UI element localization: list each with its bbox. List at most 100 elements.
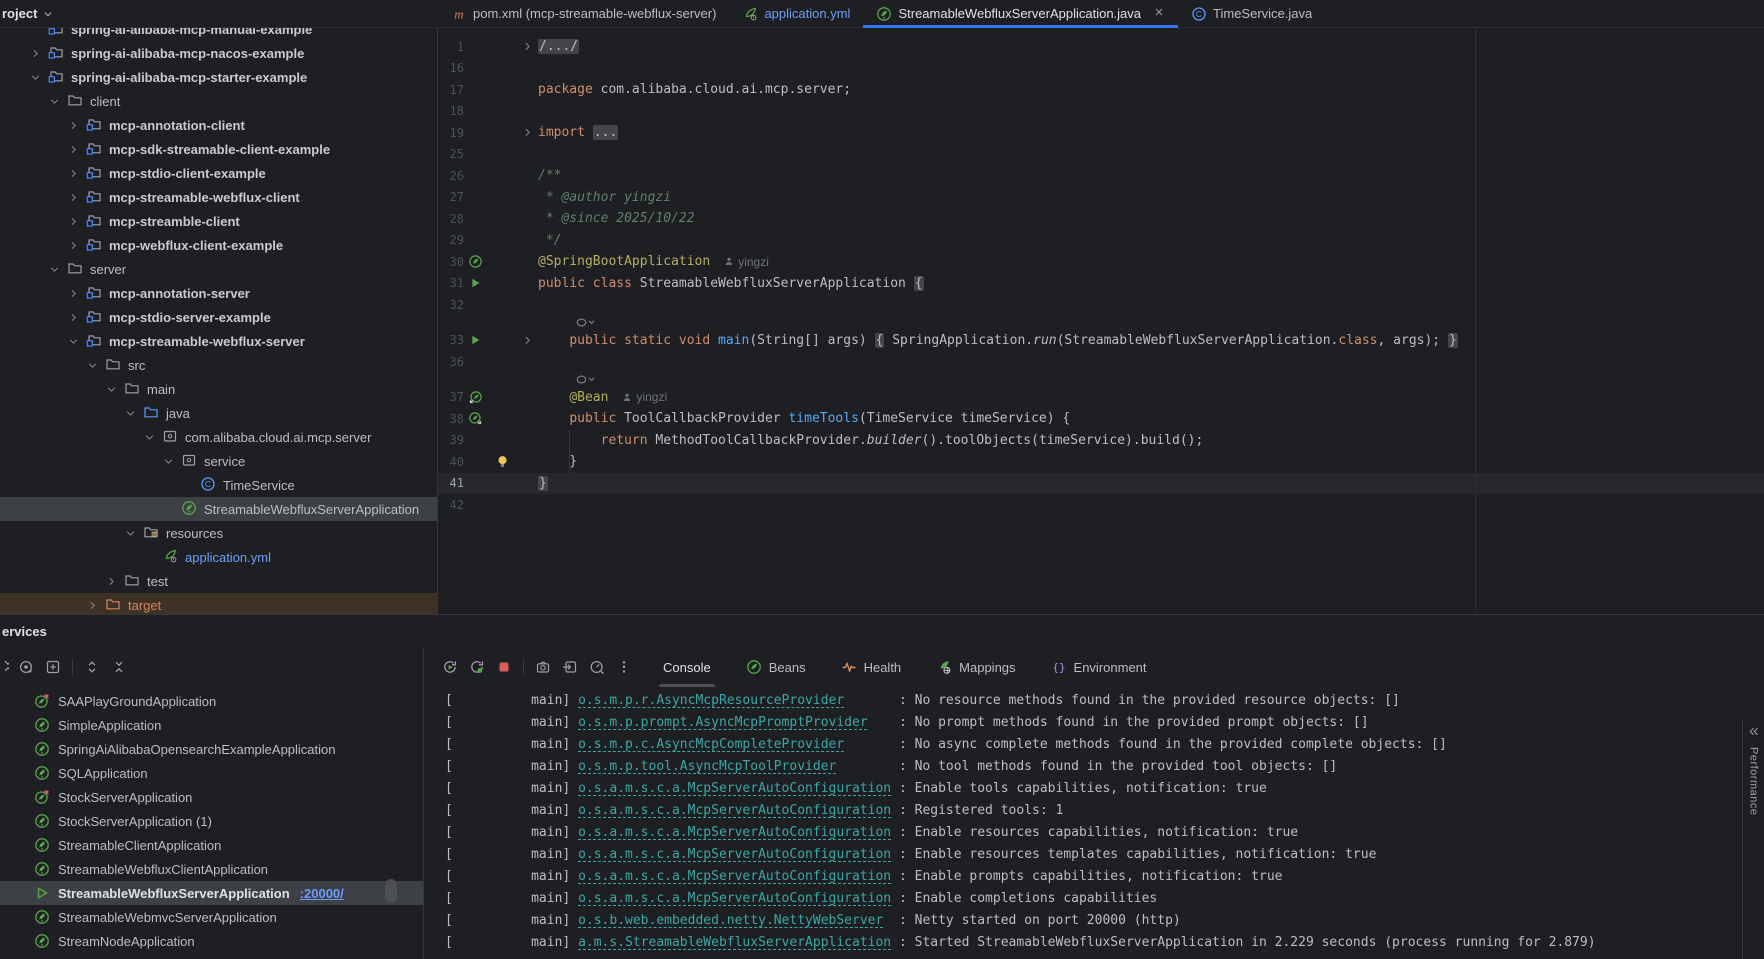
tree-row[interactable]: spring-ai-alibaba-mcp-starter-example	[0, 65, 437, 89]
editor-tab-3[interactable]: CTimeService.java	[1178, 0, 1325, 27]
console-logger[interactable]: o.s.a.m.s.c.a.McpServerAutoConfiguration	[578, 847, 891, 862]
chevron-right-icon[interactable]	[67, 167, 80, 180]
gutter-slot[interactable]	[464, 390, 486, 405]
gutter-slot[interactable]	[464, 254, 486, 269]
fold-slot[interactable]	[518, 126, 536, 139]
runtab-mappings[interactable]: Mappings	[932, 647, 1019, 687]
code-line[interactable]: 16	[438, 58, 1764, 80]
chevron-right-icon[interactable]	[105, 575, 118, 588]
chevron-right-icon[interactable]	[67, 119, 80, 132]
tree-row[interactable]: mcp-stdio-server-example	[0, 305, 437, 329]
chevron-down-icon[interactable]	[105, 383, 118, 396]
code-line[interactable]: 30@SpringBootApplicationyingzi	[438, 251, 1764, 273]
spring-leaf-icon[interactable]	[468, 254, 483, 269]
bulb-slot[interactable]	[486, 454, 518, 469]
tree-row[interactable]: mcp-streamable-webflux-server	[0, 329, 437, 353]
chevron-down-icon[interactable]	[143, 431, 156, 444]
console-logger[interactable]: o.s.m.p.c.AsyncMcpCompleteProvider	[578, 737, 844, 752]
tree-toggle[interactable]	[64, 239, 83, 252]
clipped-toolbar-icon[interactable]	[0, 658, 9, 677]
code-line[interactable]: 38 public ToolCallbackProvider timeTools…	[438, 408, 1764, 430]
code-line[interactable]: 26/**	[438, 165, 1764, 187]
tree-row[interactable]: mcp-streamble-client	[0, 209, 437, 233]
spring-leaf2-icon[interactable]	[468, 411, 483, 426]
console-logger[interactable]: o.s.a.m.s.c.a.McpServerAutoConfiguration	[578, 781, 891, 796]
code-line[interactable]: 40 }	[438, 451, 1764, 473]
project-tree[interactable]: spring-ai-alibaba-mcp-manual-examplespri…	[0, 28, 438, 614]
console-logger[interactable]: o.s.b.web.embedded.netty.NettyWebServer	[578, 913, 883, 928]
console-log[interactable]: [ main] o.s.m.p.r.AsyncMcpResourceProvid…	[423, 687, 1764, 959]
runtab-environment[interactable]: {}Environment	[1047, 647, 1151, 687]
console-logger[interactable]: o.s.a.m.s.c.a.McpServerAutoConfiguration	[578, 803, 891, 818]
tree-toggle[interactable]	[140, 431, 159, 444]
editor-tab-2[interactable]: StreamableWebfluxServerApplication.java	[863, 0, 1178, 27]
service-item[interactable]: StreamableWebfluxClientApplication	[0, 857, 423, 881]
code-line[interactable]: 32	[438, 294, 1764, 316]
tree-row[interactable]: test	[0, 569, 437, 593]
tree-toggle[interactable]	[26, 47, 45, 60]
chevron-right-icon[interactable]	[521, 40, 534, 53]
chevron-right-icon[interactable]	[67, 191, 80, 204]
chevron-right-icon[interactable]	[67, 311, 80, 324]
tree-row[interactable]: java	[0, 401, 437, 425]
tree-toggle[interactable]	[64, 143, 83, 156]
expand-all-icon[interactable]	[84, 659, 100, 675]
code-line[interactable]: 17package com.alibaba.cloud.ai.mcp.serve…	[438, 79, 1764, 101]
code-line[interactable]: 27 * @author yingzi	[438, 187, 1764, 209]
code-vision-inlay[interactable]	[438, 373, 1764, 387]
code-vision-inlay[interactable]	[438, 316, 1764, 330]
chevron-right-icon[interactable]	[67, 215, 80, 228]
chevron-right-icon[interactable]	[67, 287, 80, 300]
tree-row[interactable]: server	[0, 257, 437, 281]
chevron-down-icon[interactable]	[48, 95, 61, 108]
console-logger[interactable]: o.s.m.p.prompt.AsyncMcpPromptProvider	[578, 715, 868, 730]
chevron-right-icon[interactable]	[67, 143, 80, 156]
console-logger[interactable]: o.s.a.m.s.c.a.McpServerAutoConfiguration	[578, 869, 891, 884]
tree-toggle[interactable]	[64, 335, 83, 348]
chevron-down-icon[interactable]	[67, 335, 80, 348]
chevron-right-icon[interactable]	[86, 599, 99, 612]
tree-row[interactable]: mcp-stdio-client-example	[0, 161, 437, 185]
tree-toggle[interactable]	[83, 359, 102, 372]
code-line[interactable]: 29 */	[438, 230, 1764, 252]
code-line[interactable]: 36	[438, 351, 1764, 373]
rerun-icon[interactable]	[442, 659, 458, 675]
code-line[interactable]: 41}	[438, 473, 1764, 495]
tree-row[interactable]: spring-ai-alibaba-mcp-manual-example	[0, 28, 437, 41]
tree-row[interactable]: client	[0, 89, 437, 113]
tree-toggle[interactable]	[83, 599, 102, 612]
service-item[interactable]: SpringAiAlibabaOpensearchExampleApplicat…	[0, 737, 423, 761]
chevron-right-icon[interactable]	[29, 47, 42, 60]
new-tab-icon[interactable]	[45, 659, 61, 675]
chevron-down-icon[interactable]	[162, 455, 175, 468]
services-scrollbar[interactable]	[385, 879, 397, 903]
tree-row[interactable]: resources	[0, 521, 437, 545]
chevron-down-icon[interactable]	[124, 527, 137, 540]
code-line[interactable]: 37 @Beanyingzi	[438, 387, 1764, 409]
code-line[interactable]: 18	[438, 101, 1764, 123]
exit-box-icon[interactable]	[562, 659, 578, 675]
tree-row[interactable]: spring-ai-alibaba-mcp-nacos-example	[0, 41, 437, 65]
fold-slot[interactable]	[518, 334, 536, 347]
gauge-icon[interactable]	[589, 659, 605, 675]
code-line[interactable]: 28 * @since 2025/10/22	[438, 208, 1764, 230]
service-item[interactable]: StockServerApplication	[0, 785, 423, 809]
tree-toggle[interactable]	[45, 263, 64, 276]
tree-toggle[interactable]	[102, 575, 121, 588]
service-port-link[interactable]: :20000/	[300, 886, 344, 901]
tree-toggle[interactable]	[121, 527, 140, 540]
tree-toggle[interactable]	[159, 455, 178, 468]
console-logger[interactable]: o.s.m.p.tool.AsyncMcpToolProvider	[578, 759, 836, 774]
runtab-beans[interactable]: Beans	[742, 647, 810, 687]
tree-row[interactable]: mcp-annotation-server	[0, 281, 437, 305]
code-line[interactable]: 25	[438, 144, 1764, 166]
tree-toggle[interactable]	[121, 407, 140, 420]
author-hint[interactable]: yingzi	[622, 390, 667, 404]
tree-toggle[interactable]	[64, 215, 83, 228]
gutter-slot[interactable]	[464, 276, 486, 290]
chevron-down-icon[interactable]	[29, 71, 42, 84]
gutter-slot[interactable]	[464, 333, 486, 347]
code-line[interactable]: 42	[438, 494, 1764, 516]
tree-toggle[interactable]	[64, 287, 83, 300]
service-item[interactable]: StreamableWebmvcServerApplication	[0, 905, 423, 929]
